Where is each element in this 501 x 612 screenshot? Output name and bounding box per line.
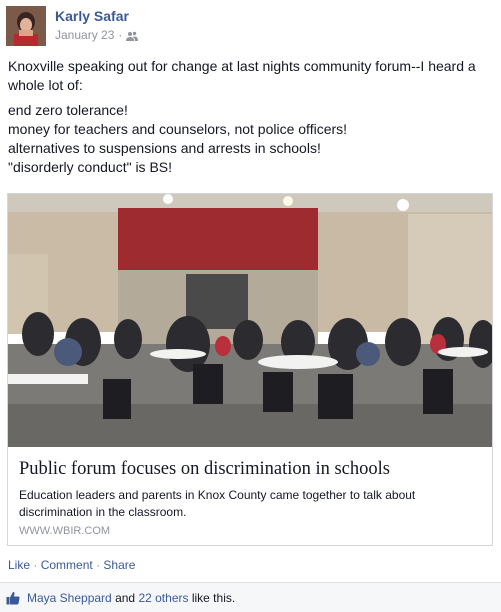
likes-others-link[interactable]: 22 others — [138, 591, 188, 605]
link-title[interactable]: Public forum focuses on discrimination i… — [19, 459, 390, 480]
action-separator: · — [33, 558, 38, 572]
meta-separator: · — [118, 28, 123, 42]
post-meta: January 23 · — [55, 28, 139, 42]
likes-and: and — [115, 591, 136, 605]
avatar[interactable] — [6, 6, 46, 46]
link-description: Education leaders and parents in Knox Co… — [19, 488, 416, 519]
post-actions: Like · Comment · Share — [8, 558, 135, 572]
comment-button[interactable]: Comment — [41, 558, 93, 572]
link-domain: WWW.WBIR.COM — [19, 525, 111, 537]
post-message-line: "disorderly conduct" is BS! — [8, 159, 173, 175]
thumbs-up-icon — [6, 591, 20, 605]
post-message-lead: Knoxville speaking out for change at las… — [8, 58, 476, 93]
like-button[interactable]: Like — [8, 558, 30, 572]
liker-name-link[interactable]: Maya Sheppard — [27, 591, 112, 605]
post-message-line: alternatives to suspensions and arrests … — [8, 140, 321, 156]
post-message-lines: end zero tolerance! money for teachers a… — [8, 101, 493, 177]
author-name[interactable]: Karly Safar — [55, 8, 129, 24]
share-button[interactable]: Share — [103, 558, 135, 572]
post-message: Knoxville speaking out for change at las… — [8, 57, 493, 177]
link-preview-image[interactable] — [8, 194, 492, 447]
link-preview-card[interactable]: Public forum focuses on discrimination i… — [7, 193, 493, 546]
likes-suffix: like this. — [191, 591, 236, 605]
post-message-line: end zero tolerance! — [8, 102, 128, 118]
friends-icon[interactable] — [126, 30, 139, 41]
facebook-post: Karly Safar January 23 · Knoxville speak… — [0, 0, 501, 612]
likes-summary: Maya Sheppard and 22 others like this. — [0, 582, 501, 612]
post-date[interactable]: January 23 — [55, 28, 114, 42]
post-message-line: money for teachers and counselors, not p… — [8, 121, 348, 137]
likes-text: Maya Sheppard and 22 others like this. — [27, 591, 235, 605]
action-separator: · — [96, 558, 101, 572]
